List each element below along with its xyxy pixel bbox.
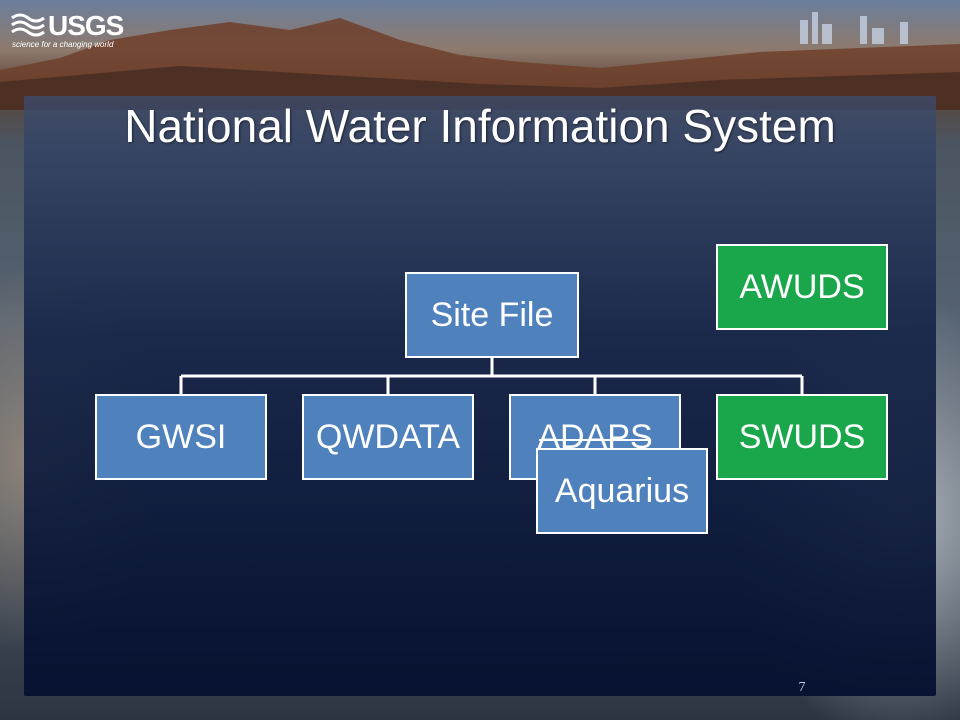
slide-page-number: 7 [798,680,806,695]
site-file-box: Site File [405,272,579,358]
aquarius-label: Aquarius [554,471,690,510]
adaps-strikethrough [539,438,651,441]
hierarchy-connectors [179,358,804,394]
aquarius-box: Aquarius [536,448,708,534]
gwsi-label: GWSI [135,417,227,456]
gwsi-box: GWSI [95,394,267,480]
awuds-box: AWUDS [716,244,888,330]
swuds-label: SWUDS [738,417,866,456]
qwdata-box: QWDATA [302,394,474,480]
awuds-label: AWUDS [739,267,865,306]
site-file-label: Site File [430,295,554,334]
swuds-box: SWUDS [716,394,888,480]
qwdata-label: QWDATA [315,417,461,456]
